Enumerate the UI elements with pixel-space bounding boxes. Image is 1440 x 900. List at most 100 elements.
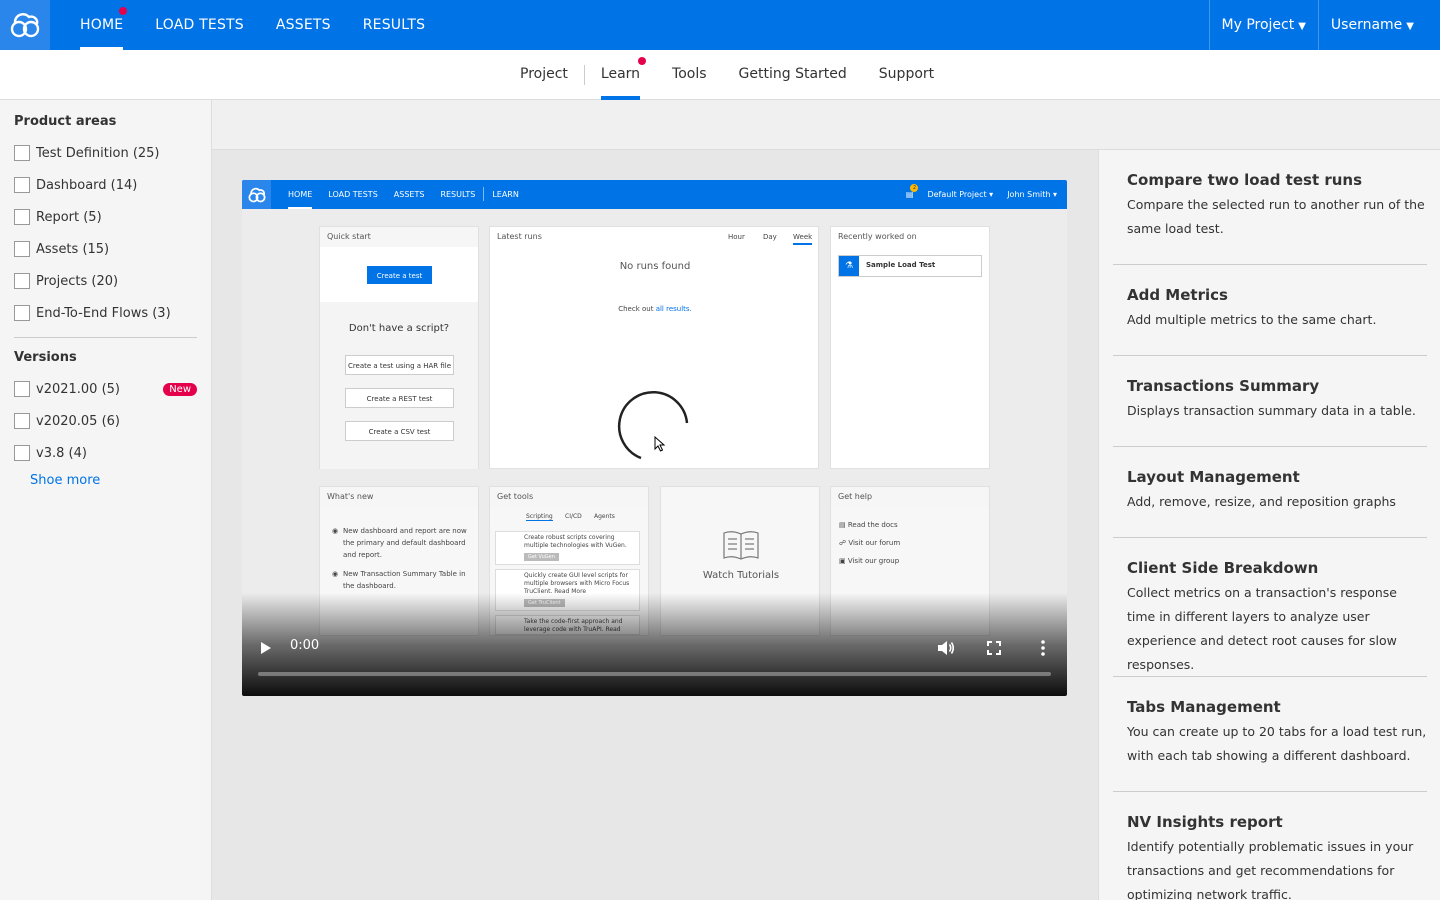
learn-item-title[interactable]: Layout Management [1127,467,1427,487]
all-results-link: all results. [655,305,692,313]
tab-tools[interactable]: Tools [656,50,723,99]
learn-item[interactable]: Tabs Management You can create up to 20 … [1113,697,1427,792]
learn-item[interactable]: NV Insights report Identify potentially … [1113,812,1427,900]
tab-learn-label: Learn [600,66,641,82]
filter-test-definition[interactable]: Test Definition (25) [14,137,197,169]
main-nav: HOME LOAD TESTS ASSETS RESULTS [64,0,441,50]
user-label: Username [1330,17,1403,33]
video-get-help-card: Get help ▤ Read the docs ☍ Visit our for… [830,486,990,636]
play-icon [261,642,271,654]
tab-project[interactable]: Project [504,50,584,99]
nav-results[interactable]: RESULTS [347,0,441,50]
mute-button[interactable] [934,636,958,660]
filter-version-2020[interactable]: v2020.05 (6) [14,405,197,437]
video-app-header: HOME LOAD TESTS ASSETS RESULTS LEARN ▤ 2 … [242,180,1067,209]
sub-nav: Project Learn Tools Getting Started Supp… [0,50,1440,100]
filter-version-2021[interactable]: v2021.00 (5) New [14,373,197,405]
checkbox[interactable] [14,305,30,321]
nav-assets[interactable]: ASSETS [260,0,347,50]
video-csv-button: Create a CSV test [345,421,454,441]
tool-item-button: Get VuGen [524,553,559,561]
project-dropdown[interactable]: My Project ▼ [1208,0,1318,50]
no-runs-text: No runs found [619,261,691,272]
nav-home[interactable]: HOME [64,0,139,50]
learn-items-panel: Compare two load test runs Compare the s… [1098,150,1440,900]
filter-label: Report (5) [36,209,102,225]
learn-item-title[interactable]: Client Side Breakdown [1127,558,1427,578]
whats-new-item: New Transaction Summary Table in the das… [343,570,466,590]
tab-getting-started[interactable]: Getting Started [723,50,863,99]
learn-item[interactable]: Layout Management Add, remove, resize, a… [1113,467,1427,538]
learn-item-title[interactable]: Compare two load test runs [1127,170,1427,190]
learn-item-description: Identify potentially problematic issues … [1127,839,1414,900]
tab-support-label: Support [878,66,935,82]
mouse-cursor-icon [654,436,666,452]
check-out-text: Check out all results. [490,305,820,313]
video-user-label: John Smith [1007,190,1051,199]
app-logo[interactable] [0,0,50,50]
video-progress-bar[interactable] [258,672,1051,676]
checkbox[interactable] [14,381,30,397]
top-bar: HOME LOAD TESTS ASSETS RESULTS My Projec… [0,0,1440,50]
filter-version-3-8[interactable]: v3.8 (4) [14,437,197,469]
video-project-label: Default Project [927,190,987,199]
tools-tab: CI/CD [565,513,582,520]
filter-label: v2020.05 (6) [36,413,120,429]
filter-dashboard[interactable]: Dashboard (14) [14,169,197,201]
video-time: 0:00 [290,638,320,653]
learn-item[interactable]: Add Metrics Add multiple metrics to the … [1113,285,1427,356]
sidebar-divider [14,337,197,338]
show-more-link[interactable]: Shoe more [30,473,197,488]
tab-getting-started-label: Getting Started [738,66,847,82]
help-link: ☍ Visit our forum [839,539,901,547]
learn-item-description: You can create up to 20 tabs for a load … [1127,724,1427,763]
tutorial-video[interactable]: HOME LOAD TESTS ASSETS RESULTS LEARN ▤ 2 … [242,180,1067,696]
learn-item-title[interactable]: NV Insights report [1127,812,1427,832]
card-title: What's new [320,487,478,507]
checkbox[interactable] [14,209,30,225]
learn-item[interactable]: Transactions Summary Displays transactio… [1113,376,1427,447]
learn-item-description: Compare the selected run to another run … [1127,197,1425,236]
learn-item-description: Displays transaction summary data in a t… [1127,403,1416,418]
book-icon [723,531,759,560]
checkbox[interactable] [14,177,30,193]
notification-dot [638,57,647,65]
filter-end-to-end-flows[interactable]: End-To-End Flows (3) [14,297,197,329]
card-title: Quick start [320,227,478,247]
whats-new-item: New dashboard and report are now the pri… [343,527,467,559]
content-header-strip [212,100,1440,150]
tab-support[interactable]: Support [863,50,950,99]
nav-home-label: HOME [80,17,124,33]
tools-tab: Scripting [526,513,553,521]
user-dropdown[interactable]: Username ▼ [1317,0,1440,50]
checkbox[interactable] [14,273,30,289]
checkbox[interactable] [14,241,30,257]
checkbox[interactable] [14,445,30,461]
checkbox[interactable] [14,145,30,161]
video-har-button: Create a test using a HAR file [345,355,454,375]
volume-icon [938,641,955,655]
range-day: Day [763,233,777,241]
learn-item[interactable]: Compare two load test runs Compare the s… [1113,170,1427,265]
nav-results-label: RESULTS [362,17,426,33]
learn-item-description: Collect metrics on a transaction's respo… [1127,585,1397,672]
learn-item[interactable]: Client Side Breakdown Collect metrics on… [1113,558,1427,677]
tab-learn[interactable]: Learn [585,50,656,100]
play-button[interactable] [256,636,276,660]
card-title: Recently worked on [831,227,989,247]
filter-assets[interactable]: Assets (15) [14,233,197,265]
learn-item-description: Add multiple metrics to the same chart. [1127,312,1377,327]
nav-load-tests[interactable]: LOAD TESTS [139,0,260,50]
tool-item: Quickly create GUI level scripts for mul… [495,569,640,611]
sub-nav-tabs: Project Learn Tools Getting Started Supp… [504,50,950,100]
learn-item-title[interactable]: Transactions Summary [1127,376,1427,396]
checkbox[interactable] [14,413,30,429]
filter-projects[interactable]: Projects (20) [14,265,197,297]
fullscreen-button[interactable] [982,636,1006,660]
tools-tab: Agents [594,513,615,520]
more-options-button[interactable] [1031,636,1055,660]
learn-item-title[interactable]: Add Metrics [1127,285,1427,305]
filter-report[interactable]: Report (5) [14,201,197,233]
learn-item-title[interactable]: Tabs Management [1127,697,1427,717]
project-label: My Project [1221,17,1295,33]
